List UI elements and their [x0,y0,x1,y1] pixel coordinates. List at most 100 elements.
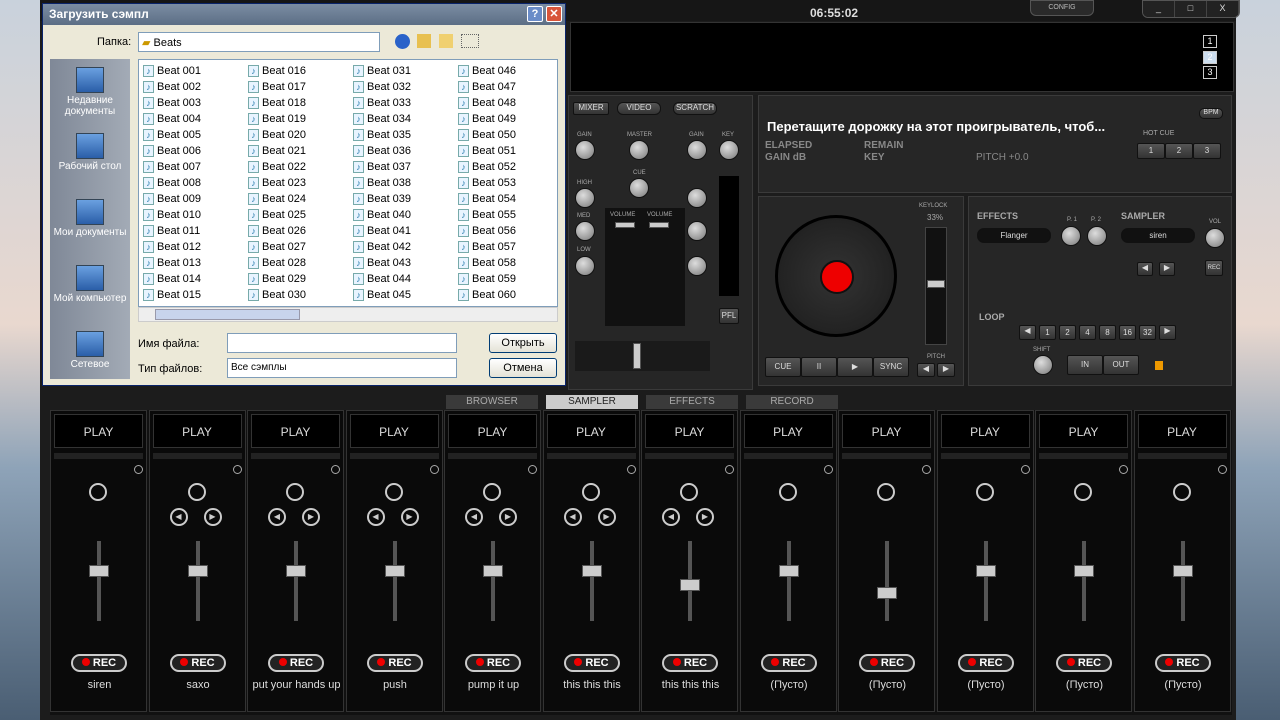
loop-toggle-icon[interactable] [384,483,403,501]
sampler-play-button[interactable]: PLAY [743,414,833,448]
volume-fader[interactable] [786,541,791,621]
loop-toggle-icon[interactable] [1074,483,1092,501]
pause-button[interactable]: II [801,357,837,377]
prev-arrow-icon[interactable]: ◀ [268,508,286,526]
sampler-options-icon[interactable] [1119,465,1128,474]
file-item[interactable]: ♪ Beat 003 [143,95,248,111]
horizontal-scrollbar[interactable] [138,307,558,322]
sampler-rec-button[interactable]: REC [71,654,127,672]
play-button[interactable]: ▶ [837,357,873,377]
file-item[interactable]: ♪ Beat 010 [143,207,248,223]
sampler-play-button[interactable]: PLAY [842,414,931,448]
file-item[interactable]: ♪ Beat 056 [458,223,563,239]
file-item[interactable]: ♪ Beat 011 [143,223,248,239]
tab-effects[interactable]: EFFECTS [646,395,738,409]
pitch-down-button[interactable]: ◀ [917,363,935,377]
prev-arrow-icon[interactable]: ◀ [465,508,483,526]
prev-arrow-icon[interactable]: ◀ [169,508,188,526]
fader-handle[interactable] [581,565,602,577]
sampler-rec-button[interactable]: REC [465,654,521,672]
file-item[interactable]: ♪ Beat 054 [458,191,563,207]
high-knob-b[interactable] [687,188,707,208]
pitch-up-button[interactable]: ▶ [937,363,955,377]
fader-handle[interactable] [1074,565,1094,577]
med-knob-b[interactable] [687,221,707,241]
sampler-rec-button[interactable]: REC [1154,654,1211,672]
loop-size-8[interactable]: 8 [1099,325,1116,340]
file-item[interactable]: ♪ Beat 024 [248,191,353,207]
tab-sampler[interactable]: SAMPLER [546,395,638,409]
tab-scratch[interactable]: SCRATCH [673,102,717,115]
file-item[interactable]: ♪ Beat 059 [458,271,563,287]
file-item[interactable]: ♪ Beat 060 [458,287,563,303]
file-item[interactable]: ♪ Beat 012 [143,239,248,255]
loop-lock-icon[interactable] [1155,361,1163,370]
pfl-button[interactable]: PFL [719,308,739,324]
new-folder-icon[interactable] [439,34,453,48]
place-item[interactable]: Мои документы [50,199,130,238]
file-item[interactable]: ♪ Beat 050 [458,127,563,143]
loop-toggle-icon[interactable] [483,483,501,501]
cue-knob[interactable] [629,178,649,198]
sampler-rec-button[interactable]: REC [760,654,817,672]
sampler-rec-button[interactable]: REC [1205,260,1223,276]
fader-handle[interactable] [1172,565,1193,577]
file-item[interactable]: ♪ Beat 004 [143,111,248,127]
file-item[interactable]: ♪ Beat 040 [353,207,458,223]
crossfader[interactable] [575,341,710,371]
sampler-rec-button[interactable]: REC [859,654,915,672]
loop-size-32[interactable]: 32 [1139,325,1156,340]
volume-fader[interactable] [589,541,594,621]
file-item[interactable]: ♪ Beat 016 [248,63,353,79]
fader-handle[interactable] [187,565,208,577]
fader-handle[interactable] [975,565,996,577]
file-item[interactable]: ♪ Beat 019 [248,111,353,127]
file-item[interactable]: ♪ Beat 027 [248,239,353,255]
sampler-options-icon[interactable] [331,465,340,474]
fader-handle[interactable] [483,565,503,577]
tab-browser[interactable]: BROWSER [446,395,538,409]
sampler-vol-knob[interactable] [1205,228,1225,248]
sampler-options-icon[interactable] [528,465,537,474]
place-item[interactable]: Сетевое [50,331,130,370]
med-knob-a[interactable] [575,221,595,241]
next-arrow-icon[interactable]: ▶ [400,508,419,526]
file-item[interactable]: ♪ Beat 028 [248,255,353,271]
loop-toggle-icon[interactable] [187,483,206,501]
sampler-play-button[interactable]: PLAY [54,414,143,448]
sampler-options-icon[interactable] [725,465,734,474]
file-item[interactable]: ♪ Beat 048 [458,95,563,111]
file-item[interactable]: ♪ Beat 045 [353,287,458,303]
tab-mixer[interactable]: MIXER [573,102,609,115]
loop-toggle-icon[interactable] [286,483,304,501]
sampler-rec-button[interactable]: REC [366,654,423,672]
cue-button[interactable]: CUE [765,357,801,377]
file-item[interactable]: ♪ Beat 036 [353,143,458,159]
minimize-button[interactable]: _ [1143,1,1175,17]
volume-fader[interactable] [1180,541,1185,621]
loop-size-1[interactable]: 1 [1039,325,1056,340]
file-item[interactable]: ♪ Beat 002 [143,79,248,95]
scroll-thumb[interactable] [155,309,300,320]
sampler-rec-button[interactable]: REC [169,654,226,672]
key-knob[interactable] [719,140,739,160]
file-item[interactable]: ♪ Beat 029 [248,271,353,287]
file-item[interactable]: ♪ Beat 046 [458,63,563,79]
next-arrow-icon[interactable]: ▶ [597,508,616,526]
file-item[interactable]: ♪ Beat 053 [458,175,563,191]
file-item[interactable]: ♪ Beat 026 [248,223,353,239]
sampler-rec-button[interactable]: REC [662,654,718,672]
sampler-options-icon[interactable] [429,465,439,474]
volume-fader[interactable] [491,541,495,621]
shift-knob[interactable] [1033,355,1053,375]
prev-arrow-icon[interactable]: ◀ [662,508,680,526]
volume-fader[interactable] [195,541,200,621]
sampler-play-button[interactable]: PLAY [251,414,340,448]
file-item[interactable]: ♪ Beat 014 [143,271,248,287]
next-arrow-icon[interactable]: ▶ [203,508,222,526]
file-item[interactable]: ♪ Beat 049 [458,111,563,127]
file-item[interactable]: ♪ Beat 023 [248,175,353,191]
file-item[interactable]: ♪ Beat 009 [143,191,248,207]
loop-size-2[interactable]: 2 [1059,325,1076,340]
file-item[interactable]: ♪ Beat 055 [458,207,563,223]
